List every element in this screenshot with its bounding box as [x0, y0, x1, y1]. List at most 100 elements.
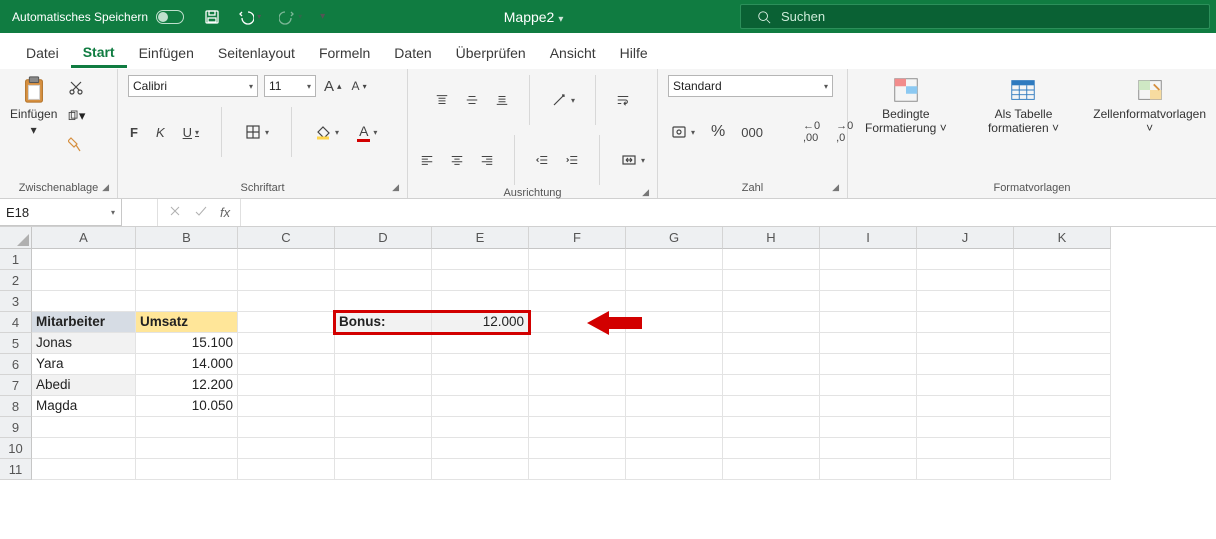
cell[interactable]: Jonas: [32, 333, 136, 354]
dialog-launcher-icon[interactable]: ◢: [102, 182, 109, 193]
copy-button[interactable]: ▾: [67, 107, 85, 125]
col-header[interactable]: I: [820, 227, 917, 249]
autosave-toggle[interactable]: Automatisches Speichern: [0, 10, 196, 24]
tab-datei[interactable]: Datei: [14, 37, 71, 68]
number-format-dropdown[interactable]: Standard▾: [668, 75, 833, 97]
spreadsheet-grid[interactable]: A B C D E F G H I J K 1 2 3 4 5 6 7 8 9 …: [0, 227, 1216, 480]
borders-button[interactable]: ▾: [242, 121, 271, 143]
format-as-table-button[interactable]: Als Tabelle formatieren ˅: [976, 75, 1072, 136]
font-color-button[interactable]: A▾: [355, 121, 379, 144]
col-header[interactable]: G: [626, 227, 723, 249]
accounting-format-button[interactable]: ▾: [668, 121, 697, 143]
row-header[interactable]: 9: [0, 417, 32, 438]
col-header[interactable]: E: [432, 227, 529, 249]
redo-button[interactable]: ▾: [277, 7, 304, 27]
row-header[interactable]: 5: [0, 333, 32, 354]
fill-color-button[interactable]: ▾: [312, 121, 341, 143]
save-button[interactable]: [202, 7, 222, 27]
increase-indent-button[interactable]: [563, 151, 581, 169]
col-header[interactable]: B: [136, 227, 238, 249]
dialog-launcher-icon[interactable]: ◢: [642, 187, 649, 198]
search-input[interactable]: [781, 9, 1209, 24]
formula-input[interactable]: [241, 199, 1216, 226]
name-box[interactable]: E18▾: [0, 199, 122, 226]
cancel-formula-button[interactable]: [168, 204, 182, 221]
merge-icon: [621, 152, 637, 168]
align-middle-button[interactable]: [463, 91, 481, 109]
row-header[interactable]: 3: [0, 291, 32, 312]
fx-icon[interactable]: fx: [220, 205, 230, 220]
tab-seitenlayout[interactable]: Seitenlayout: [206, 37, 307, 68]
row-header[interactable]: 6: [0, 354, 32, 375]
align-right-button[interactable]: [478, 151, 496, 169]
cell[interactable]: 15.100: [136, 333, 238, 354]
enter-formula-button[interactable]: [194, 204, 208, 221]
cell[interactable]: Yara: [32, 354, 136, 375]
select-all-corner[interactable]: [0, 227, 32, 249]
tab-start[interactable]: Start: [71, 36, 127, 68]
cell[interactable]: 12.200: [136, 375, 238, 396]
row-header[interactable]: 1: [0, 249, 32, 270]
align-center-button[interactable]: [448, 151, 466, 169]
cell-bonus-value[interactable]: 12.000: [432, 312, 529, 333]
dialog-launcher-icon[interactable]: ◢: [392, 182, 399, 193]
col-header[interactable]: F: [529, 227, 626, 249]
tab-einfuegen[interactable]: Einfügen: [127, 37, 206, 68]
cell[interactable]: Umsatz: [136, 312, 238, 333]
tab-ansicht[interactable]: Ansicht: [538, 37, 608, 68]
row-headers[interactable]: 1 2 3 4 5 6 7 8 9 10 11: [0, 249, 32, 480]
dialog-launcher-icon[interactable]: ◢: [832, 182, 839, 193]
document-title[interactable]: Mappe2▾: [327, 9, 740, 25]
paste-button[interactable]: Einfügen ▾: [10, 75, 57, 137]
percent-button[interactable]: %: [709, 121, 727, 143]
thousands-button[interactable]: 000: [739, 123, 765, 142]
font-size-dropdown[interactable]: 11▾: [264, 75, 316, 97]
column-headers[interactable]: A B C D E F G H I J K: [32, 227, 1111, 249]
col-header[interactable]: J: [917, 227, 1014, 249]
row-header[interactable]: 4: [0, 312, 32, 333]
search-icon: [757, 10, 771, 24]
cell[interactable]: 14.000: [136, 354, 238, 375]
cell[interactable]: Magda: [32, 396, 136, 417]
cut-button[interactable]: [67, 79, 85, 97]
row-header[interactable]: 10: [0, 438, 32, 459]
decrease-font-button[interactable]: A▾: [350, 77, 369, 95]
cells-area[interactable]: Mitarbeiter Umsatz Bonus: 12.000 Jonas15…: [32, 249, 1111, 480]
cell[interactable]: Mitarbeiter: [32, 312, 136, 333]
cell[interactable]: Abedi: [32, 375, 136, 396]
tab-formeln[interactable]: Formeln: [307, 37, 382, 68]
merge-center-button[interactable]: ▾: [618, 149, 647, 171]
conditional-formatting-button[interactable]: Bedingte Formatierung ˅: [858, 75, 954, 136]
bold-button[interactable]: F: [128, 123, 140, 142]
align-bottom-button[interactable]: [493, 91, 511, 109]
increase-font-button[interactable]: A▴: [322, 76, 344, 97]
format-painter-button[interactable]: [67, 135, 85, 153]
tab-ueberpruefen[interactable]: Überprüfen: [444, 37, 538, 68]
align-left-button[interactable]: [418, 151, 436, 169]
col-header[interactable]: C: [238, 227, 335, 249]
row-header[interactable]: 7: [0, 375, 32, 396]
increase-decimal-button[interactable]: ←0,00: [801, 118, 822, 146]
cell-styles-button[interactable]: Zellenformatvorlagen ˅: [1093, 75, 1206, 136]
decrease-indent-button[interactable]: [533, 151, 551, 169]
col-header[interactable]: D: [335, 227, 432, 249]
italic-button[interactable]: K: [154, 123, 167, 142]
col-header[interactable]: H: [723, 227, 820, 249]
underline-button[interactable]: U▾: [181, 123, 201, 142]
row-header[interactable]: 2: [0, 270, 32, 291]
tab-daten[interactable]: Daten: [382, 37, 443, 68]
cell-bonus-label[interactable]: Bonus:: [335, 312, 432, 333]
tab-hilfe[interactable]: Hilfe: [608, 37, 660, 68]
qat-customize-button[interactable]: ▾: [318, 9, 327, 24]
orientation-button[interactable]: ▾: [548, 89, 577, 111]
font-family-dropdown[interactable]: Calibri▾: [128, 75, 258, 97]
row-header[interactable]: 11: [0, 459, 32, 480]
wrap-text-button[interactable]: [614, 91, 632, 109]
cell[interactable]: 10.050: [136, 396, 238, 417]
col-header[interactable]: K: [1014, 227, 1111, 249]
row-header[interactable]: 8: [0, 396, 32, 417]
search-box[interactable]: [740, 4, 1210, 29]
col-header[interactable]: A: [32, 227, 136, 249]
undo-button[interactable]: ▾: [236, 7, 263, 27]
align-top-button[interactable]: [433, 91, 451, 109]
